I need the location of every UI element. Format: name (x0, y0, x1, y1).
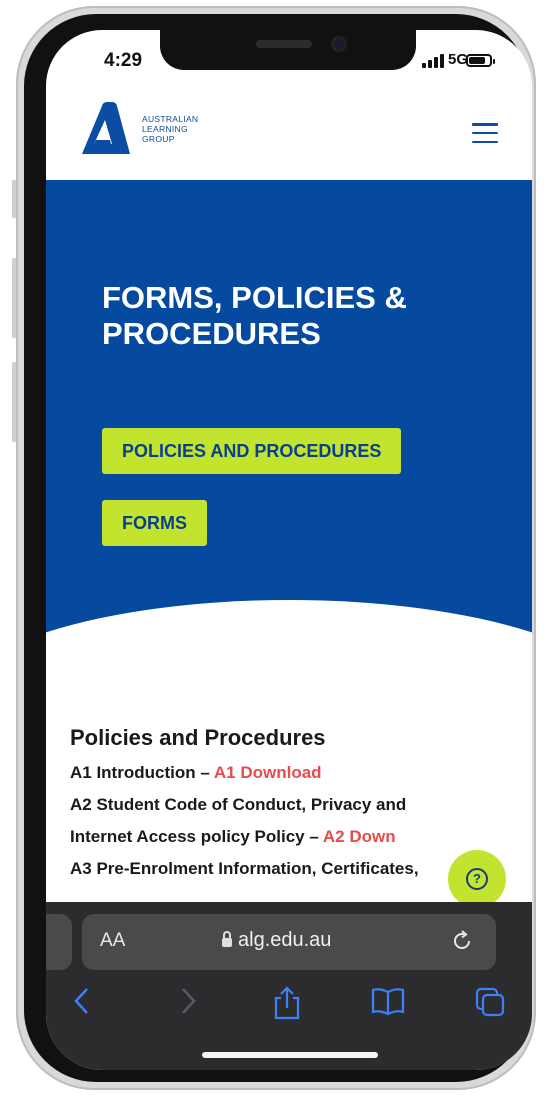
hero-section: FORMS, POLICIES & PROCEDURES POLICIES AN… (46, 180, 532, 820)
list-item: Internet Access policy Policy – A2 Down (70, 827, 396, 846)
camera-icon (331, 36, 347, 52)
home-indicator (202, 1052, 378, 1058)
url-text[interactable]: alg.edu.au (222, 929, 331, 952)
safari-toolbar: AA alg.edu.au (46, 902, 532, 1070)
section-heading: Policies and Procedures (70, 725, 326, 750)
reader-settings-button[interactable]: AA (100, 930, 125, 952)
back-icon[interactable] (72, 986, 92, 1024)
a1-download-link[interactable]: A1 Download (214, 763, 322, 782)
help-button[interactable]: ? (448, 850, 506, 908)
logo-text: AUSTRALIAN LEARNING GROUP (142, 114, 199, 144)
tabs-icon[interactable] (474, 986, 506, 1026)
bookmarks-icon[interactable] (370, 986, 406, 1024)
content-section: Policies and Procedures A1 Introduction … (70, 725, 510, 885)
battery-icon (466, 54, 495, 67)
page-title: FORMS, POLICIES & PROCEDURES (102, 280, 407, 351)
list-item: A1 Introduction – A1 Download (70, 763, 322, 782)
forms-button[interactable]: FORMS (102, 500, 207, 546)
menu-icon[interactable] (472, 123, 498, 143)
phone-screen: 4:29 5G AUSTRALIAN LEARNING GROUP FORMS,… (46, 30, 532, 1070)
notch (160, 30, 416, 70)
alg-logo-icon[interactable] (74, 100, 132, 161)
question-icon: ? (466, 868, 488, 890)
lock-icon (222, 931, 232, 947)
browser-toolbar (46, 986, 532, 1036)
list-item: A2 Student Code of Conduct, Privacy and (70, 795, 407, 814)
list-item: A3 Pre-Enrolment Information, Certificat… (70, 859, 419, 878)
reload-icon[interactable] (450, 929, 474, 959)
speaker (256, 40, 312, 48)
previous-tab-bar[interactable] (46, 914, 72, 970)
policies-procedures-button[interactable]: POLICIES AND PROCEDURES (102, 428, 402, 474)
forward-icon[interactable] (178, 986, 198, 1024)
address-bar[interactable]: AA alg.edu.au (82, 914, 496, 970)
signal-icon (422, 54, 444, 68)
share-icon[interactable] (272, 986, 302, 1028)
a2-download-link[interactable]: A2 Down (323, 827, 396, 846)
site-header: AUSTRALIAN LEARNING GROUP (46, 90, 532, 180)
network-label: 5G (448, 51, 469, 68)
status-time: 4:29 (104, 50, 143, 71)
